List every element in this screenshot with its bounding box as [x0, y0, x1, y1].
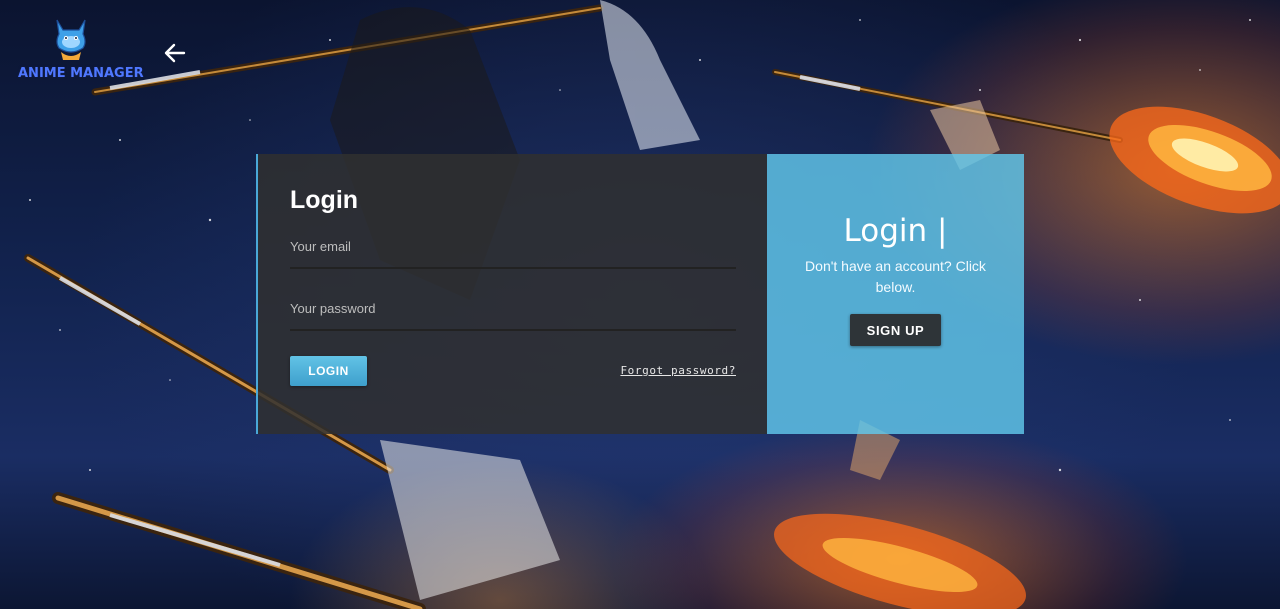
login-title: Login [290, 186, 359, 214]
arrow-left-icon [164, 43, 186, 63]
password-field[interactable]: Your password [290, 299, 740, 339]
login-actions: LOGIN Forgot password? [290, 356, 736, 386]
app-logo[interactable]: ANIME MANAGER [18, 16, 144, 86]
signup-panel-title: Login | [843, 213, 948, 249]
signup-button[interactable]: SIGN UP [850, 314, 941, 347]
cat-mascot-icon [56, 19, 86, 60]
login-button[interactable]: LOGIN [290, 356, 367, 386]
password-underline [290, 329, 736, 331]
login-page: ANIME MANAGER Login Your email Your pass… [0, 0, 1280, 609]
email-underline [290, 267, 736, 269]
back-button[interactable] [160, 38, 190, 68]
email-input[interactable] [290, 237, 740, 267]
login-form-panel: Login Your email Your password LOGIN For… [256, 154, 767, 434]
login-card: Login Your email Your password LOGIN For… [256, 154, 1024, 434]
signup-panel: Login | Don't have an account? Click bel… [767, 154, 1024, 434]
signup-caption: Don't have an account? Click below. [805, 258, 986, 296]
logo-text: ANIME MANAGER [18, 66, 144, 81]
password-input[interactable] [290, 299, 740, 329]
forgot-password-link[interactable]: Forgot password? [620, 364, 736, 377]
email-field[interactable]: Your email [290, 237, 740, 277]
